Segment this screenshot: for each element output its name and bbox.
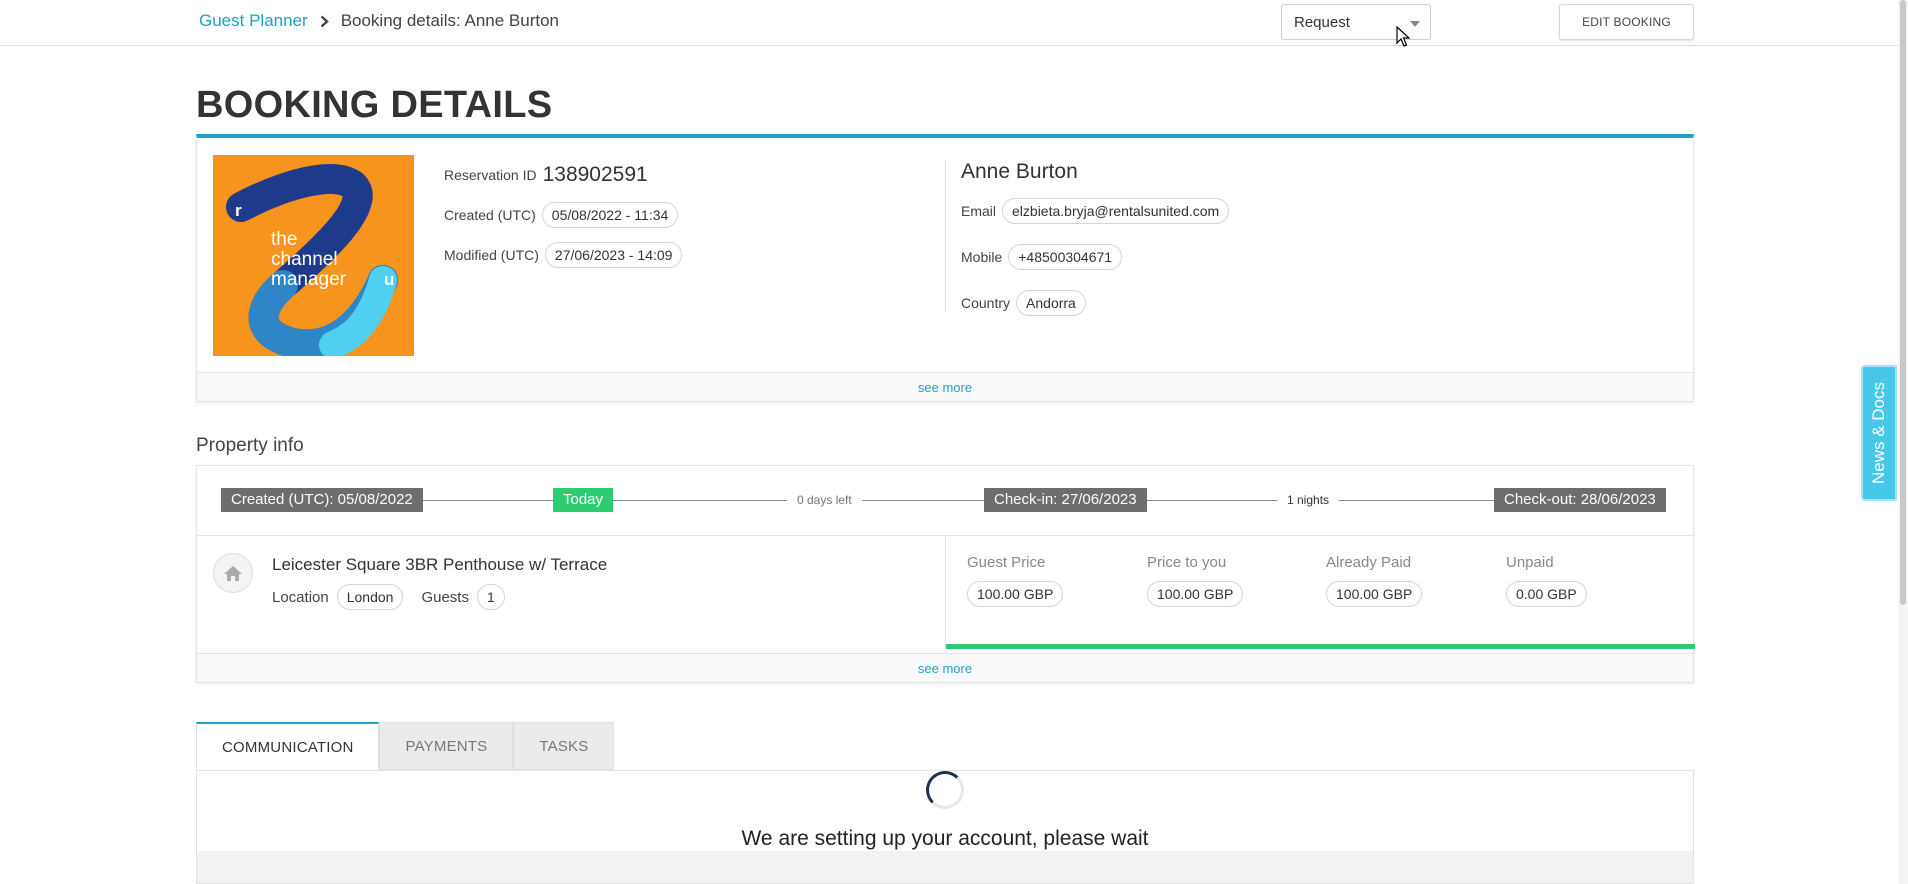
booking-summary-card: r u the channel manager Reservation ID 1… bbox=[196, 134, 1694, 402]
timeline-checkout: Check-out: 28/06/2023 bbox=[1494, 488, 1666, 512]
reservation-info: Reservation ID 138902591 Created (UTC) 0… bbox=[444, 160, 683, 280]
tab-communication[interactable]: COMMUNICATION bbox=[196, 722, 380, 770]
modified-value: 27/06/2023 - 14:09 bbox=[544, 242, 683, 268]
price-to-you-value: 100.00 GBP bbox=[1147, 581, 1244, 607]
location-label: Location bbox=[272, 588, 329, 606]
property-info-title: Property info bbox=[196, 435, 304, 456]
modified-label: Modified (UTC) bbox=[444, 247, 539, 263]
breadcrumb-guest-planner-link[interactable]: Guest Planner bbox=[199, 11, 308, 31]
loading-spinner-icon bbox=[926, 771, 964, 809]
timeline-line bbox=[227, 500, 1663, 501]
payment-status-bar bbox=[946, 644, 1695, 649]
property-meta: Location London Guests 1 bbox=[272, 584, 523, 610]
edit-booking-button[interactable]: EDIT BOOKING bbox=[1559, 4, 1694, 40]
guest-info: Anne Burton Email elzbieta.bryja@rentals… bbox=[961, 160, 1230, 334]
top-bar: Guest Planner Booking details: Anne Burt… bbox=[0, 0, 1898, 46]
news-docs-label: News & Docs bbox=[1869, 381, 1888, 485]
booking-tabs: COMMUNICATION PAYMENTS TASKS bbox=[196, 722, 615, 770]
mobile-value: +48500304671 bbox=[1008, 244, 1123, 270]
mobile-label: Mobile bbox=[961, 249, 1003, 265]
email-label: Email bbox=[961, 203, 997, 219]
breadcrumb-current: Booking details: Anne Burton bbox=[340, 11, 560, 30]
guest-price: Guest Price 100.00 GBP bbox=[967, 554, 1137, 607]
property-info-card: Created (UTC): 05/08/2022 Today 0 days l… bbox=[196, 465, 1695, 683]
already-paid-value: 100.00 GBP bbox=[1326, 581, 1423, 607]
reservation-id-label: Reservation ID bbox=[444, 167, 537, 183]
setup-wait-message: We are setting up your account, please w… bbox=[741, 827, 1149, 850]
timeline-today: Today bbox=[553, 488, 614, 512]
page-title: BOOKING DETAILS bbox=[196, 84, 553, 126]
booking-see-more-link[interactable]: see more bbox=[197, 372, 1693, 401]
unpaid-value: 0.00 GBP bbox=[1506, 581, 1587, 607]
panel-footer bbox=[197, 851, 1693, 883]
property-name: Leicester Square 3BR Penthouse w/ Terrac… bbox=[272, 555, 608, 574]
logo-letter-r: r bbox=[235, 201, 242, 220]
tab-payments[interactable]: PAYMENTS bbox=[379, 722, 514, 770]
guests-value: 1 bbox=[476, 584, 505, 610]
guest-price-label: Guest Price bbox=[967, 554, 1046, 571]
price-to-you: Price to you 100.00 GBP bbox=[1147, 554, 1317, 607]
timeline-nights: 1 nights bbox=[1277, 493, 1340, 507]
news-docs-tab[interactable]: News & Docs bbox=[1861, 365, 1897, 501]
breadcrumb: Guest Planner Booking details: Anne Burt… bbox=[199, 11, 559, 31]
country-label: Country bbox=[961, 295, 1011, 311]
tab-tasks[interactable]: TASKS bbox=[513, 722, 615, 770]
unpaid: Unpaid 0.00 GBP bbox=[1506, 554, 1676, 607]
chevron-right-icon bbox=[320, 15, 329, 28]
created-value: 05/08/2022 - 11:34 bbox=[541, 202, 679, 228]
guests-label: Guests bbox=[421, 588, 469, 606]
already-paid: Already Paid 100.00 GBP bbox=[1326, 554, 1496, 607]
scrollbar-thumb[interactable] bbox=[1900, 0, 1906, 605]
booking-status-value: Request bbox=[1294, 14, 1350, 31]
mouse-cursor-icon bbox=[1396, 26, 1410, 47]
property-see-more-link[interactable]: see more bbox=[197, 653, 1693, 682]
divider bbox=[945, 160, 946, 312]
booking-timeline: Created (UTC): 05/08/2022 Today 0 days l… bbox=[197, 466, 1693, 536]
unpaid-label: Unpaid bbox=[1506, 554, 1554, 571]
timeline-checkin: Check-in: 27/06/2023 bbox=[984, 488, 1147, 512]
home-icon bbox=[213, 553, 253, 593]
guest-name: Anne Burton bbox=[961, 160, 1078, 183]
logo-letter-u: u bbox=[384, 270, 394, 289]
communication-panel: We are setting up your account, please w… bbox=[196, 770, 1694, 884]
price-to-you-label: Price to you bbox=[1147, 554, 1227, 571]
timeline-days-left: 0 days left bbox=[787, 493, 862, 507]
already-paid-label: Already Paid bbox=[1326, 554, 1412, 571]
timeline-created: Created (UTC): 05/08/2022 bbox=[221, 488, 423, 512]
country-value: Andorra bbox=[1016, 290, 1086, 316]
created-label: Created (UTC) bbox=[444, 207, 536, 223]
divider bbox=[945, 536, 946, 652]
page-scrollbar[interactable] bbox=[1898, 0, 1908, 884]
location-value: London bbox=[336, 584, 404, 610]
channel-manager-logo: r u the channel manager bbox=[213, 155, 414, 356]
caret-down-icon bbox=[1410, 21, 1420, 27]
reservation-id-value: 138902591 bbox=[542, 163, 648, 186]
email-value: elzbieta.bryja@rentalsunited.com bbox=[1002, 198, 1230, 224]
guest-price-value: 100.00 GBP bbox=[967, 581, 1064, 607]
